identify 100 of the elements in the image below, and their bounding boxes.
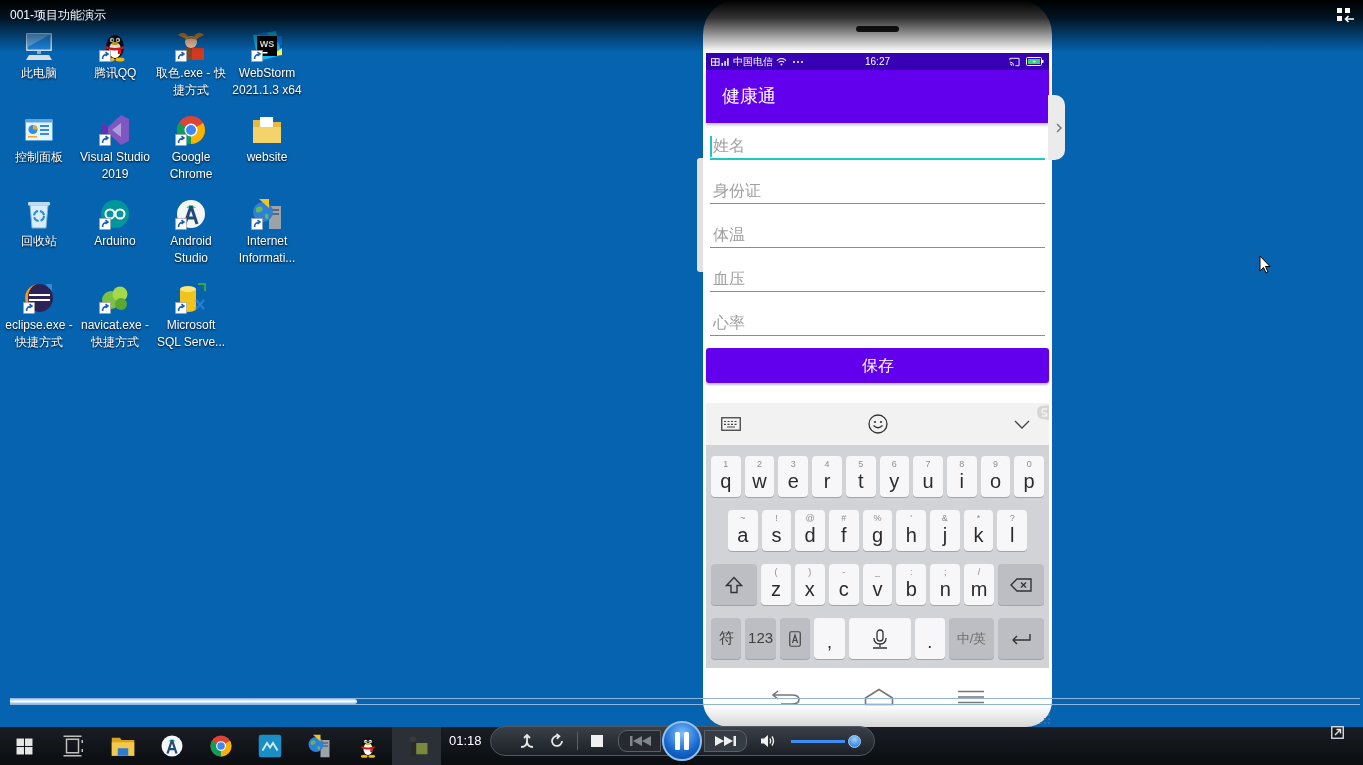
home-icon[interactable] <box>864 688 894 706</box>
shuffle-icon[interactable] <box>519 733 535 749</box>
switch-view-icon[interactable] <box>1337 8 1354 23</box>
desktop-shortcut[interactable]: 回收站 <box>1 196 77 250</box>
key-hint: ! <box>775 513 778 523</box>
next-button[interactable] <box>704 730 747 752</box>
key-hint: / <box>977 567 981 577</box>
keyboard-key[interactable]: & j <box>930 510 960 551</box>
menu-icon[interactable] <box>958 690 984 704</box>
keyboard-key[interactable]: ) x <box>794 564 825 605</box>
repeat-icon[interactable] <box>549 733 565 749</box>
keyboard-key[interactable]: % g <box>862 510 893 551</box>
keyboard-key[interactable]: 2 w <box>744 456 775 497</box>
cast-icon <box>1009 56 1020 67</box>
globe-server-icon <box>306 734 331 758</box>
desktop-shortcut[interactable]: Android Studio <box>153 196 229 267</box>
volume-slider-thumb[interactable] <box>848 734 861 748</box>
keyboard-key[interactable]: _ v <box>862 564 893 605</box>
desktop-shortcut[interactable]: Internet Informati... <box>229 196 305 267</box>
key-hint: 5 <box>858 459 864 469</box>
input-field[interactable]: 体温 <box>710 211 1045 248</box>
carrier-name: 中国电信 <box>733 56 773 67</box>
chevron-down-icon[interactable] <box>1014 419 1030 429</box>
key-hint: ) <box>808 567 812 577</box>
keyboard-key[interactable]: ! s <box>761 510 792 551</box>
keyboard-key[interactable]: 5 t <box>845 456 876 497</box>
back-icon[interactable] <box>771 689 801 705</box>
status-time: 16:27 <box>865 56 890 67</box>
input-field[interactable]: 血压 <box>710 255 1045 292</box>
playback-time: 01:18 <box>449 733 482 749</box>
keyboard-key[interactable] <box>998 564 1044 605</box>
keyboard-key[interactable]: - c <box>828 564 859 605</box>
keyboard-key[interactable]: 8 i <box>946 456 977 497</box>
volume-icon[interactable] <box>760 733 776 749</box>
expand-icon[interactable] <box>1331 726 1344 739</box>
desktop-shortcut[interactable]: Visual Studio 2019 <box>77 112 153 183</box>
keyboard-key[interactable]: ' h <box>896 510 927 551</box>
keyboard-key[interactable]: . <box>914 618 946 659</box>
chrome-logo-icon <box>208 734 233 758</box>
desktop-shortcut[interactable]: Google Chrome <box>153 112 229 183</box>
desktop-shortcut[interactable]: 此电脑 <box>1 28 77 82</box>
desktop-shortcut[interactable]: 控制面板 <box>1 112 77 166</box>
windows-logo-icon <box>16 737 33 755</box>
keyboard-key[interactable]: ; n <box>930 564 961 605</box>
desktop-shortcut[interactable]: eclipse.exe - 快捷方式 <box>1 280 77 351</box>
key-hint: ' <box>910 513 913 523</box>
key-hint: 1 <box>723 459 729 469</box>
keyboard-key[interactable]: 1 q <box>711 456 741 497</box>
keyboard-key[interactable]: 9 o <box>980 456 1011 497</box>
input-field[interactable]: 心率 <box>710 299 1045 336</box>
keyboard-key[interactable]: ~ a <box>728 510 758 551</box>
save-button[interactable]: 保存 <box>706 348 1049 383</box>
input-field[interactable]: 身份证 <box>710 167 1045 204</box>
keyboard-key[interactable]: 6 y <box>879 456 910 497</box>
speaker-slot <box>856 26 899 32</box>
keyboard-key[interactable]: * k <box>963 510 994 551</box>
desktop-shortcut[interactable]: 取色.exe - 快捷方式 <box>153 28 229 99</box>
keyboard-key[interactable]: 0 p <box>1014 456 1045 497</box>
keyboard-key[interactable]: 123 <box>745 618 776 659</box>
text-caret-icon <box>710 136 712 157</box>
keyboard-key[interactable]: 4 r <box>812 456 842 497</box>
keyboard-key[interactable] <box>998 618 1045 659</box>
keyboard-key[interactable]: # f <box>829 510 859 551</box>
mountain-tile-icon <box>257 734 282 758</box>
keyboard-key[interactable] <box>848 618 911 659</box>
key-hint: ? <box>1009 513 1015 523</box>
desktop-shortcut[interactable]: Microsoft SQL Serve... <box>153 280 229 351</box>
keyboard-key[interactable]: 符 <box>711 618 742 659</box>
next-icon <box>713 735 736 747</box>
keyboard-key[interactable]: @ d <box>795 510 825 551</box>
key-hint: ~ <box>740 513 746 523</box>
keyboard-key[interactable]: : b <box>896 564 927 605</box>
key-hint: 4 <box>824 459 830 469</box>
key-hint: % <box>873 513 882 523</box>
keyboard-icon[interactable] <box>721 417 741 431</box>
keyboard-key[interactable] <box>779 618 811 659</box>
play-pause-button[interactable] <box>662 721 702 761</box>
desktop-shortcut[interactable]: 腾讯QQ <box>77 28 153 82</box>
task-view-icon <box>61 734 86 758</box>
seek-bar-track[interactable] <box>10 698 1360 705</box>
key-hint: 0 <box>1026 459 1032 469</box>
keyboard-key[interactable]: 7 u <box>913 456 943 497</box>
keyboard-key[interactable]: ? l <box>997 510 1028 551</box>
key-hint: ; <box>943 567 947 577</box>
desktop-shortcut[interactable]: navicat.exe - 快捷方式 <box>77 280 153 351</box>
key-hint: ( <box>774 567 778 577</box>
key-hint: 3 <box>790 459 796 469</box>
battery-icon <box>1026 57 1044 66</box>
keyboard-key[interactable]: / m <box>964 564 994 605</box>
desktop-shortcut[interactable]: website <box>229 112 305 166</box>
input-field[interactable]: 姓名 <box>710 123 1045 160</box>
key-hint: : <box>910 567 913 577</box>
keyboard-key[interactable]: 3 e <box>778 456 809 497</box>
compass-logo-icon <box>159 734 184 758</box>
keyboard-key[interactable]: , <box>814 618 845 659</box>
side-panel-tab[interactable] <box>1048 95 1065 160</box>
keyboard-key[interactable]: ( z <box>761 564 791 605</box>
desktop-shortcut[interactable]: Arduino <box>77 196 153 250</box>
keyboard-key[interactable] <box>711 564 757 605</box>
smiley-icon[interactable] <box>867 414 888 434</box>
